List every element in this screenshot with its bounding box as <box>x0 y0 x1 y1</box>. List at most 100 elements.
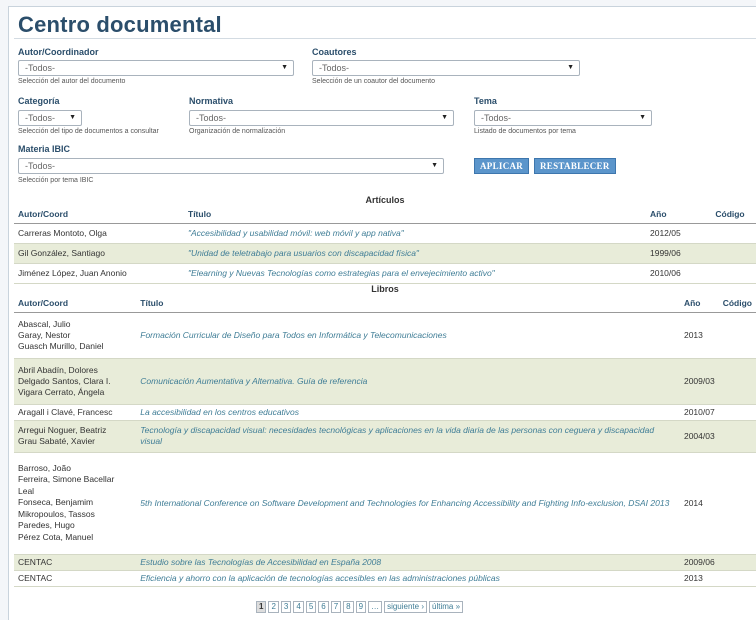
materia-help: Selección por tema IBIC <box>18 177 94 184</box>
table-row: Arregui Noguer, Beatriz Grau Sabaté, Xav… <box>14 420 756 452</box>
page-3[interactable]: 3 <box>280 601 292 613</box>
restablecer-button[interactable]: RESTABLECER <box>534 158 616 174</box>
row-title-link[interactable]: La accesibilidad en los centros educativ… <box>136 404 680 420</box>
row-year: 2004/03 <box>683 431 715 441</box>
row-code <box>719 358 756 404</box>
libros-table: Autor/Coord Título Año Código Abascal, J… <box>14 294 756 587</box>
row-authors: Arregui Noguer, Beatriz Grau Sabaté, Xav… <box>14 420 136 452</box>
row-year: 2012/05 <box>650 228 681 238</box>
row-title-link[interactable]: Eficiencia y ahorro con la aplicación de… <box>136 570 680 586</box>
col-titulo[interactable]: Título <box>184 205 646 223</box>
normativa-select[interactable]: -Todos- ▼ <box>189 110 454 126</box>
row-code <box>719 452 756 554</box>
row-title-link[interactable]: "Accesibilidad y usabilidad móvil: web m… <box>184 223 646 243</box>
page-title: Centro documental <box>18 12 222 37</box>
materia-select[interactable]: -Todos- ▼ <box>18 158 444 174</box>
tema-label: Tema <box>474 96 497 106</box>
page-4[interactable]: 4 <box>293 601 304 613</box>
col-codigo[interactable]: Código <box>704 205 756 223</box>
author-name[interactable]: Abril Abadín, Dolores <box>18 365 132 376</box>
row-title-link[interactable]: Tecnología y discapacidad visual: necesi… <box>136 420 680 452</box>
page-9[interactable]: 9 <box>355 601 367 613</box>
coautores-select[interactable]: -Todos- ▼ <box>312 60 580 76</box>
table-row: CENTAC Estudio sobre las Tecnologías de … <box>14 554 756 570</box>
row-author: Carreras Montoto, Olga <box>18 227 107 238</box>
col-codigo[interactable]: Código <box>719 294 756 312</box>
author-name[interactable]: Arregui Noguer, Beatriz <box>18 425 132 436</box>
col-titulo[interactable]: Título <box>136 294 680 312</box>
last-page-link[interactable]: última » <box>429 601 464 613</box>
page-6[interactable]: 6 <box>318 601 329 613</box>
articulos-heading: Artículos <box>365 195 405 205</box>
table-row: Abril Abadín, Dolores Delgado Santos, Cl… <box>14 358 756 404</box>
table-row: Gil González, Santiago "Unidad de teletr… <box>14 243 756 263</box>
autor-help: Selección del autor del documento <box>18 78 126 85</box>
author-name[interactable]: Garay, Nestor <box>18 330 132 341</box>
col-autor[interactable]: Autor/Coord <box>14 205 184 223</box>
row-title-link[interactable]: Formación Curricular de Diseño para Todo… <box>136 312 680 358</box>
page-2[interactable]: 2 <box>268 601 279 613</box>
table-row: Carreras Montoto, Olga "Accesibilidad y … <box>14 223 756 243</box>
page-7[interactable]: 7 <box>330 601 342 613</box>
row-title-link[interactable]: Comunicación Aumentativa y Alternativa. … <box>136 358 680 404</box>
chevron-down-icon: ▼ <box>639 114 646 121</box>
author-name[interactable]: Vigara Cerrato, Ángela <box>18 387 132 398</box>
tema-select[interactable]: -Todos- ▼ <box>474 110 652 126</box>
author-name[interactable]: Ferreira, Simone Bacellar <box>18 474 132 486</box>
row-title-link[interactable]: Estudio sobre las Tecnologías de Accesib… <box>136 554 680 570</box>
author-name[interactable]: Paredes, Hugo <box>18 520 132 532</box>
author-name[interactable]: Grau Sabaté, Xavier <box>18 436 132 447</box>
row-year: 2013 <box>683 330 703 340</box>
author-name[interactable]: Guasch Murillo, Daniel <box>18 341 132 352</box>
row-year: 2009/03 <box>683 376 715 386</box>
libros-heading: Libros <box>371 284 399 294</box>
col-autor[interactable]: Autor/Coord <box>14 294 136 312</box>
categoria-help: Selección del tipo de documentos a consu… <box>18 128 159 135</box>
table-row: Abascal, Julio Garay, Nestor Guasch Muri… <box>14 312 756 358</box>
row-authors: CENTAC <box>14 554 136 570</box>
row-code <box>704 223 756 243</box>
tema-select-value: -Todos- <box>481 113 512 123</box>
author-name[interactable]: Delgado Santos, Clara I. <box>18 376 132 387</box>
row-year: 1999/06 <box>650 248 681 258</box>
categoria-select[interactable]: -Todos- ▼ <box>18 110 82 126</box>
page-1[interactable]: 1 <box>256 601 267 613</box>
author-name[interactable]: Fonseca, Benjamim <box>18 497 132 509</box>
chevron-down-icon: ▼ <box>567 64 574 71</box>
materia-label: Materia IBIC <box>18 144 71 154</box>
row-title-link[interactable]: "Elearning y Nuevas Tecnologías como est… <box>184 263 646 283</box>
aplicar-button[interactable]: APLICAR <box>474 158 530 174</box>
author-name[interactable]: Barroso, João <box>18 463 132 475</box>
table-row: CENTAC Eficiencia y ahorro con la aplica… <box>14 570 756 586</box>
author-name[interactable]: Aragall i Clavé, Francesc <box>18 407 132 418</box>
row-author: Gil González, Santiago <box>18 247 105 258</box>
row-authors: Abril Abadín, Dolores Delgado Santos, Cl… <box>14 358 136 404</box>
table-row: Barroso, João Ferreira, Simone Bacellar … <box>14 452 756 554</box>
next-page-link[interactable]: siguiente › <box>384 601 427 613</box>
page-ellipsis: … <box>368 601 383 613</box>
row-title-link[interactable]: "Unidad de teletrabajo para usuarios con… <box>184 243 646 263</box>
autor-select[interactable]: -Todos- ▼ <box>18 60 294 76</box>
pagination: 1 2 3 4 5 6 7 8 9 … siguiente › última » <box>256 601 464 613</box>
row-code <box>719 312 756 358</box>
normativa-label: Normativa <box>189 96 234 106</box>
row-authors: Aragall i Clavé, Francesc <box>14 404 136 420</box>
author-name[interactable]: Abascal, Julio <box>18 319 132 330</box>
row-title-link[interactable]: 5th International Conference on Software… <box>136 452 680 554</box>
coautores-select-value: -Todos- <box>319 63 350 73</box>
page-5[interactable]: 5 <box>305 601 317 613</box>
author-name[interactable]: Mikropoulos, Tassos <box>18 509 132 521</box>
autor-select-value: -Todos- <box>25 63 56 73</box>
author-name[interactable]: CENTAC <box>18 557 132 568</box>
categoria-select-value: -Todos- <box>25 113 56 123</box>
col-ano[interactable]: Año <box>646 205 704 223</box>
col-ano[interactable]: Año <box>680 294 719 312</box>
chevron-down-icon: ▼ <box>69 114 76 121</box>
author-name[interactable]: Leal <box>18 486 132 498</box>
tema-help: Listado de documentos por tema <box>474 128 576 135</box>
row-code <box>719 420 756 452</box>
page-8[interactable]: 8 <box>343 601 354 613</box>
articulos-table: Autor/Coord Título Año Código Carreras M… <box>14 205 756 284</box>
author-name[interactable]: Pérez Cota, Manuel <box>18 532 132 544</box>
author-name[interactable]: CENTAC <box>18 573 132 584</box>
